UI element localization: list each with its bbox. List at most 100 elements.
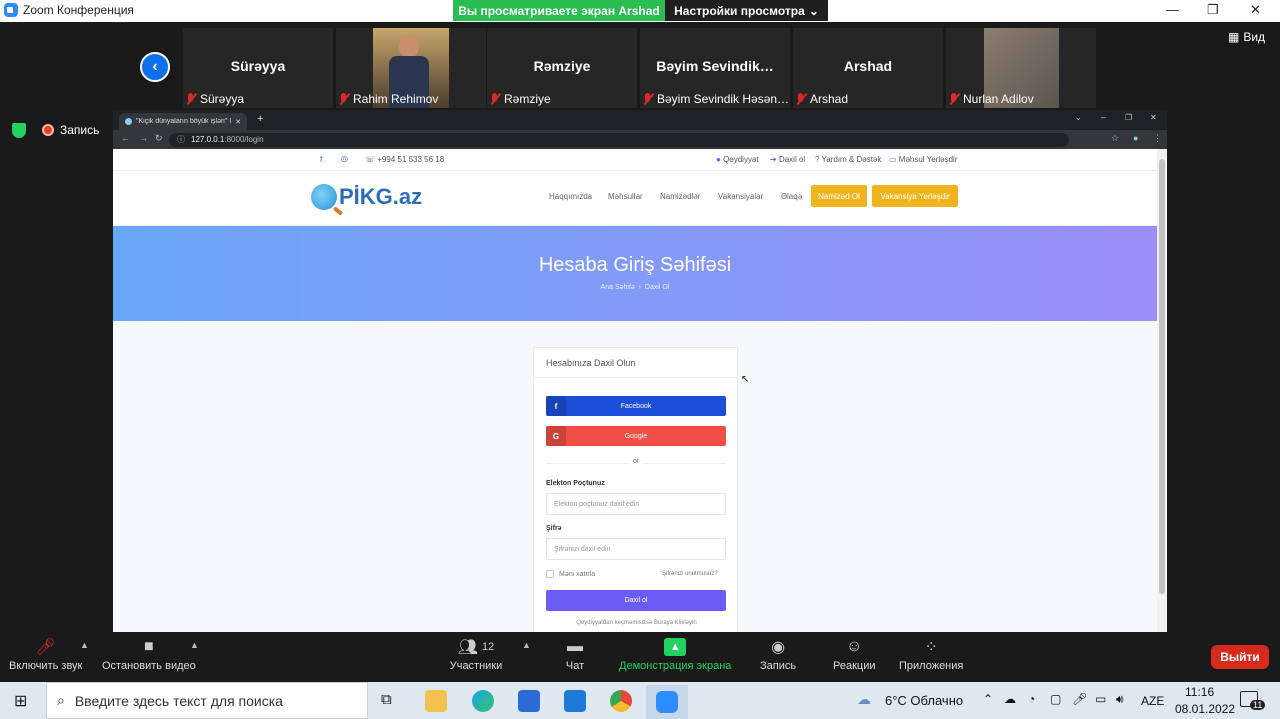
task-view-icon[interactable]: ⧉ [381, 691, 392, 708]
unmute-button[interactable]: 🎤︎ Включить звук [9, 638, 82, 672]
nav-vacancies[interactable]: Vakansiyalar [718, 192, 763, 201]
participant-tile[interactable]: Bəyim Sevindik… Bəyim Sevindik Həsən… [640, 28, 790, 108]
participants-button[interactable]: 👥︎ 12 Участники [448, 638, 504, 672]
store-icon[interactable] [518, 690, 540, 712]
instagram-icon[interactable]: ◎ [341, 154, 348, 163]
taskbar-search-field[interactable]: ⌕ Введите здесь текст для поиска [46, 682, 368, 719]
breadcrumb-home[interactable]: Ana Səhifə [601, 284, 635, 291]
clock-date[interactable]: 08.01.2022 [1175, 702, 1235, 716]
edge-browser-icon[interactable] [472, 690, 494, 712]
network-icon[interactable]: ◔ [1028, 692, 1035, 706]
help-link[interactable]: ? Yardım & Dəstək [815, 155, 881, 164]
participant-tile[interactable]: Rahim Rehimov [336, 28, 486, 108]
zoom-taskbar-button[interactable] [646, 685, 688, 719]
tab-search-icon[interactable]: ⌄ [1075, 113, 1082, 122]
become-candidate-button[interactable]: Namizəd Ol [811, 185, 867, 207]
restore-icon[interactable]: ❐ [1125, 113, 1132, 122]
site-logo[interactable]: PİKG.az [311, 184, 422, 210]
participants-options-chevron-icon[interactable]: ▲ [522, 640, 531, 650]
battery-status-icon[interactable]: ▢ [1050, 692, 1061, 706]
volume-icon[interactable]: 🔊︎ [1116, 692, 1124, 707]
reactions-button[interactable]: ☺ Реакции [833, 638, 876, 672]
password-field[interactable]: Şifrənizi daxil edin [546, 538, 726, 560]
nav-products[interactable]: Məhsullar [608, 192, 643, 201]
previous-page-button[interactable]: ‹ [140, 52, 170, 82]
share-screen-button[interactable]: ▲ Демонстрация экрана [619, 638, 731, 672]
browser-tabbar: "Kiçik dünyaların böyük işləri" İş… ✕ + … [113, 110, 1167, 130]
reload-icon[interactable]: ↻ [155, 133, 163, 144]
post-vacancy-button[interactable]: Vakansiya Yerləşdir [872, 185, 958, 207]
onedrive-icon[interactable]: ☁ [1004, 692, 1016, 706]
stop-video-label: Остановить видео [102, 660, 196, 672]
minimize-icon[interactable]: – [1101, 112, 1106, 122]
close-tab-icon[interactable]: ✕ [235, 118, 241, 126]
file-explorer-icon[interactable] [425, 690, 447, 712]
participant-tile[interactable]: Arshad Arshad [793, 28, 943, 108]
muted-mic-icon [489, 93, 501, 105]
video-options-chevron-icon[interactable]: ▲ [190, 640, 199, 650]
participant-tile[interactable]: Nurlan Adilov [946, 28, 1096, 108]
search-placeholder: Введите здесь текст для поиска [74, 692, 283, 709]
mic-tray-icon[interactable]: 🎤︎ [1072, 692, 1087, 706]
windows-taskbar: ⊞ ⌕ Введите здесь текст для поиска ⧉ ☁ 6°… [0, 682, 1280, 719]
forward-icon[interactable]: → [139, 133, 148, 143]
page-scrollbar[interactable] [1157, 149, 1167, 632]
view-settings-button[interactable]: Настройки просмотра ⌄ [665, 0, 828, 21]
browser-tab[interactable]: "Kiçik dünyaların böyük işləri" İş… ✕ [119, 113, 247, 130]
restore-icon[interactable]: ❐ [1207, 2, 1219, 18]
zoom-icon [656, 691, 678, 713]
menu-kebab-icon[interactable]: ⋮ [1153, 133, 1162, 144]
register-link[interactable]: ● Qeydiyyat [716, 155, 759, 164]
post-product-link[interactable]: ▭ Məhsul Yerləşdir [889, 155, 957, 164]
remember-checkbox[interactable] [546, 570, 554, 578]
windows-start-icon[interactable]: ⊞ [14, 691, 27, 711]
url-host: 127.0.0.1 [191, 135, 225, 144]
grid-icon: ▦ [1228, 30, 1240, 44]
clock-time[interactable]: 11:16 [1185, 685, 1214, 699]
site-topbar: f ◎ ☏ +994 51 533 56 18 ● Qeydiyyat ➔ Da… [113, 149, 1157, 171]
bookmark-star-icon[interactable]: ☆ [1111, 133, 1119, 144]
back-icon[interactable]: ← [121, 133, 130, 143]
nav-about[interactable]: Haqqımızda [549, 192, 592, 201]
google-login-button[interactable]: G Google [546, 426, 726, 446]
email-field[interactable]: Elekton poçtunuz daxil edin [546, 493, 726, 515]
extension-icon[interactable]: ● [1133, 133, 1138, 143]
reactions-label: Реакции [833, 660, 876, 672]
facebook-icon[interactable]: f [320, 155, 322, 164]
power-icon[interactable]: ▭ [1095, 692, 1106, 706]
chevron-left-icon: ‹ [152, 58, 158, 75]
weather-text[interactable]: 6°C Облачно [885, 693, 963, 708]
close-icon[interactable]: ✕ [1150, 113, 1157, 122]
register-link[interactable]: Qeydiyyatdan keçməmisizsə Buraya Klikləy… [534, 620, 739, 626]
info-icon: ⓘ [177, 135, 185, 144]
window-title: Zoom Конференция [23, 3, 134, 17]
login-submit-button[interactable]: Daxil ol [546, 590, 726, 611]
chrome-icon[interactable] [610, 690, 632, 712]
chat-button[interactable]: ▬ Чат [564, 638, 586, 672]
minimize-icon[interactable]: — [1166, 2, 1179, 17]
login-link[interactable]: ➔ Daxil ol [770, 155, 805, 164]
participant-tile[interactable]: Sürəyya Sürəyya [183, 28, 333, 108]
audio-options-chevron-icon[interactable]: ▲ [80, 640, 89, 650]
facebook-login-button[interactable]: f Facebook [546, 396, 726, 416]
security-shield-icon[interactable] [12, 123, 26, 138]
close-icon[interactable]: ✕ [1250, 2, 1261, 18]
mouse-cursor-icon: ↖ [741, 374, 750, 385]
recording-indicator[interactable]: Запись [42, 123, 99, 137]
apps-button[interactable]: ⁘ Приложения [899, 638, 963, 672]
url-field[interactable]: ⓘ 127.0.0.1:8000/login [169, 132, 1069, 147]
muted-mic-icon: 🎤︎ [35, 639, 56, 656]
forgot-password-link[interactable]: Şifrənizi unutmusuz? [662, 571, 718, 577]
leave-button[interactable]: Выйти [1211, 645, 1269, 669]
participant-tile[interactable]: Rəmziye Rəmziye [487, 28, 637, 108]
nav-contact[interactable]: Əlaqə [781, 192, 802, 201]
scrollbar-thumb[interactable] [1159, 159, 1165, 594]
mail-icon[interactable] [564, 690, 586, 712]
stop-video-button[interactable]: ■ Остановить видео [102, 638, 196, 672]
record-button[interactable]: ◉ Запись [760, 638, 796, 672]
nav-candidates[interactable]: Namizədlər [660, 192, 700, 201]
tray-chevron-icon[interactable]: ⌃ [983, 692, 993, 706]
new-tab-icon[interactable]: + [257, 113, 263, 125]
language-indicator[interactable]: AZE [1141, 694, 1164, 708]
view-button[interactable]: ▦ Вид [1228, 30, 1265, 44]
